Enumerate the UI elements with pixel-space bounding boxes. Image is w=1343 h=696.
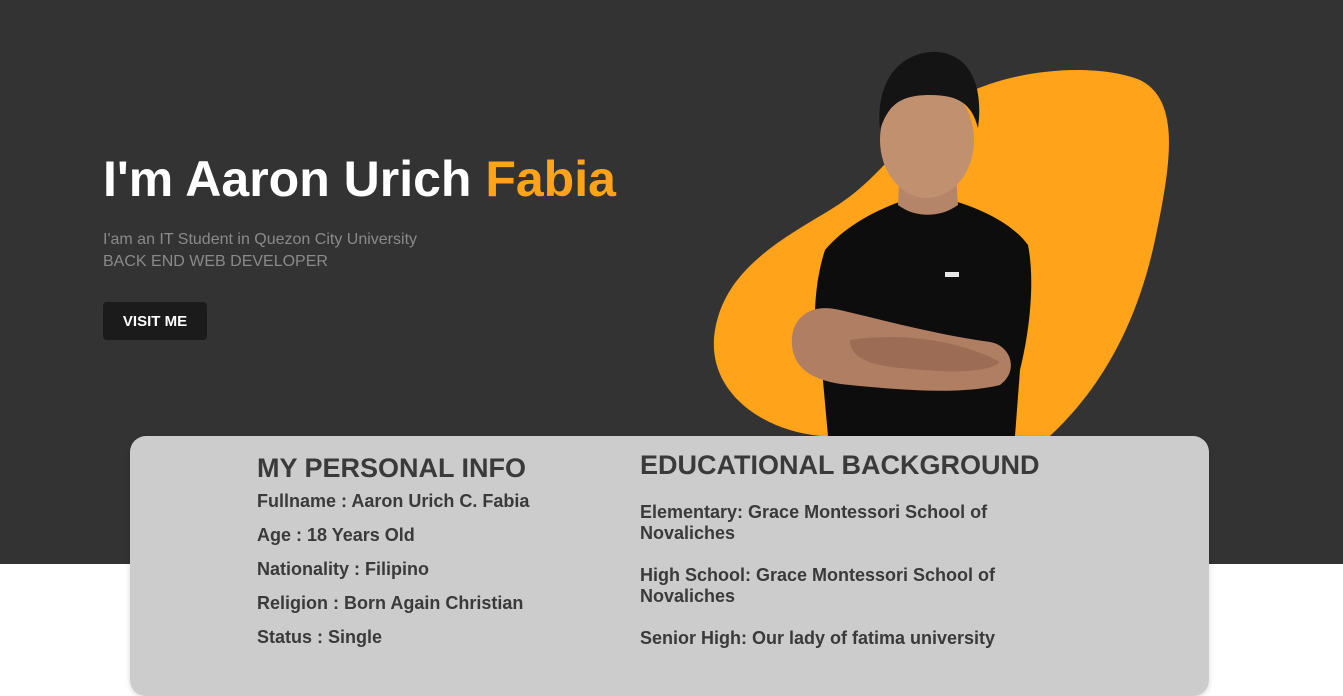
nationality-info: Nationality : Filipino — [257, 559, 429, 579]
fullname-info: Fullname : Aaron Urich C. Fabia — [257, 491, 530, 511]
profile-photo — [713, 51, 1169, 436]
high-school-info: High School: Grace Montessori School of … — [640, 565, 996, 606]
hero-title-prefix: I'm Aaron Urich — [103, 151, 486, 207]
hero-title: I'm Aaron Urich Fabia — [103, 150, 616, 208]
visit-me-button[interactable]: VISIT ME — [103, 302, 207, 340]
shirt-logo-mark — [945, 272, 959, 277]
hero-subtitle-line: BACK END WEB DEVELOPER — [103, 253, 328, 270]
religion-info: Religion : Born Again Christian — [257, 593, 524, 613]
senior-high-info: Senior High: Our lady of fatima universi… — [640, 628, 996, 648]
age-info: Age : 18 Years Old — [257, 525, 415, 545]
hero-title-accent: Fabia — [485, 151, 616, 207]
elementary-info: Elementary: Grace Montessori School of N… — [640, 502, 988, 543]
status-info: Status : Single — [257, 627, 383, 647]
hero-subtitle: I'am an IT Student in Quezon City Univer… — [103, 229, 417, 273]
personal-info-title: MY PERSONAL INFO — [257, 453, 527, 483]
hero-subtitle-line: I'am an IT Student in Quezon City Univer… — [103, 231, 418, 248]
info-card: MY PERSONAL INFO Fullname : Aaron Urich … — [130, 436, 1209, 696]
educational-background-title: EDUCATIONAL BACKGROUND — [640, 450, 1040, 480]
